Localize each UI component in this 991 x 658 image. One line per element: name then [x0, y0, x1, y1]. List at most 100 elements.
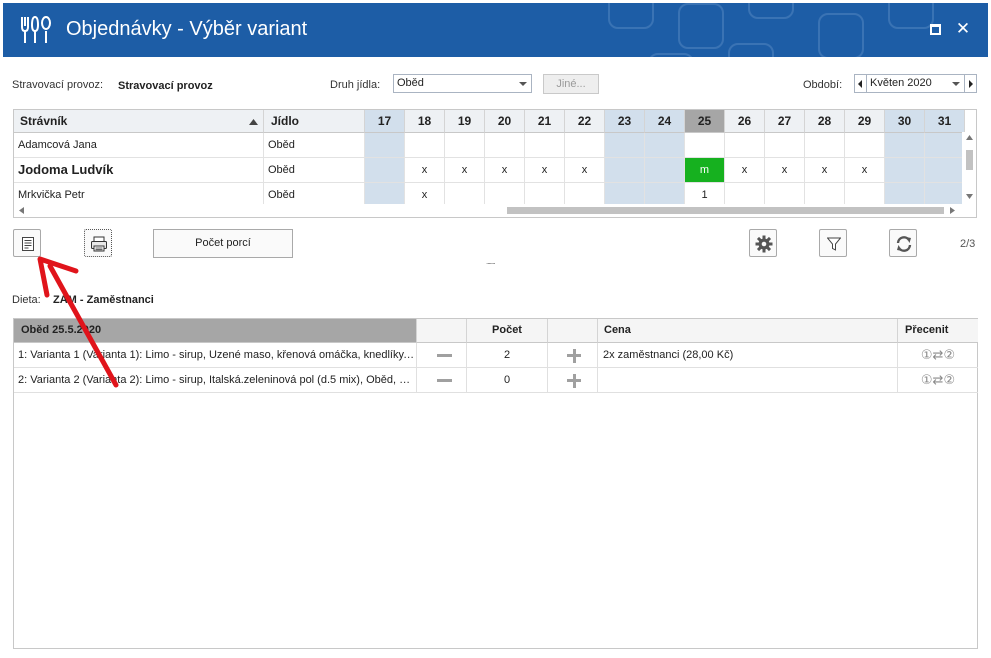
order-cell-29[interactable]: x	[845, 158, 885, 183]
date-header-24[interactable]: 24	[645, 110, 685, 133]
order-cell-30[interactable]	[885, 183, 925, 204]
date-header-28[interactable]: 28	[805, 110, 845, 133]
splitter-handle[interactable]: .......	[486, 257, 496, 266]
date-header-22[interactable]: 22	[565, 110, 605, 133]
date-header-27[interactable]: 27	[765, 110, 805, 133]
date-header-26[interactable]: 26	[725, 110, 765, 133]
order-cell-26[interactable]: x	[725, 158, 765, 183]
order-cell-21[interactable]	[525, 133, 565, 158]
maximize-icon[interactable]	[930, 24, 941, 35]
variant-header-blank-2	[548, 319, 598, 343]
reprice-icon[interactable]: ①⇄②	[898, 343, 978, 368]
date-header-18[interactable]: 18	[405, 110, 445, 133]
order-cell-23[interactable]	[605, 183, 645, 204]
order-cell-27[interactable]: x	[765, 158, 805, 183]
date-header-30[interactable]: 30	[885, 110, 925, 133]
variant-description: 1: Varianta 1 (Varianta 1): Limo - sirup…	[14, 343, 417, 368]
order-cell-24[interactable]	[645, 158, 685, 183]
order-cell-24[interactable]	[645, 183, 685, 204]
settings-button[interactable]	[749, 229, 777, 257]
next-month-button[interactable]	[964, 74, 977, 93]
minus-icon	[437, 379, 452, 382]
close-icon[interactable]: ✕	[953, 17, 973, 41]
order-cell-29[interactable]	[845, 133, 885, 158]
order-cell-26[interactable]	[725, 133, 765, 158]
reprice-icon[interactable]: ①⇄②	[898, 368, 978, 393]
order-cell-22[interactable]	[565, 183, 605, 204]
order-cell-17[interactable]	[365, 158, 405, 183]
vertical-scrollbar[interactable]	[962, 132, 976, 204]
order-cell-24[interactable]	[645, 133, 685, 158]
druh-label: Druh jídla:	[330, 79, 381, 91]
order-cell-20[interactable]	[485, 183, 525, 204]
order-cell-25[interactable]	[685, 133, 725, 158]
order-cell-28[interactable]: x	[805, 158, 845, 183]
druh-select[interactable]: Oběd	[393, 74, 532, 93]
vertical-scroll-thumb[interactable]	[966, 150, 973, 170]
order-cell-23[interactable]	[605, 158, 645, 183]
date-header-29[interactable]: 29	[845, 110, 885, 133]
filter-icon	[827, 237, 841, 251]
order-cell-28[interactable]	[805, 183, 845, 204]
order-cell-20[interactable]	[485, 133, 525, 158]
date-header-23[interactable]: 23	[605, 110, 645, 133]
order-cell-19[interactable]	[445, 133, 485, 158]
scroll-right-icon[interactable]	[950, 207, 955, 214]
order-cell-22[interactable]	[565, 133, 605, 158]
print-button[interactable]	[84, 229, 112, 257]
order-cell-25[interactable]: 1	[685, 183, 725, 204]
date-header-21[interactable]: 21	[525, 110, 565, 133]
order-cell-30[interactable]	[885, 158, 925, 183]
increase-count-button[interactable]	[548, 343, 598, 368]
date-header-17[interactable]: 17	[365, 110, 405, 133]
note-button[interactable]	[13, 229, 41, 257]
order-cell-31[interactable]	[925, 183, 965, 204]
order-cell-23[interactable]	[605, 133, 645, 158]
decrease-count-button[interactable]	[417, 368, 467, 393]
decrease-count-button[interactable]	[417, 343, 467, 368]
column-header-jidlo[interactable]: Jídlo	[264, 110, 365, 133]
horizontal-scrollbar[interactable]	[14, 204, 960, 217]
diner-name[interactable]: Adamcová Jana	[14, 133, 264, 158]
order-cell-17[interactable]	[365, 183, 405, 204]
order-cell-21[interactable]: x	[525, 158, 565, 183]
jine-button[interactable]: Jiné...	[543, 74, 599, 94]
horizontal-scroll-thumb[interactable]	[507, 207, 944, 214]
order-cell-18[interactable]	[405, 133, 445, 158]
portions-button[interactable]: Počet porcí	[153, 229, 293, 258]
order-cell-18[interactable]: x	[405, 183, 445, 204]
scroll-left-icon[interactable]	[19, 207, 24, 214]
order-cell-27[interactable]	[765, 133, 805, 158]
order-cell-18[interactable]: x	[405, 158, 445, 183]
variant-header-blank-1	[417, 319, 467, 343]
increase-count-button[interactable]	[548, 368, 598, 393]
scroll-down-icon[interactable]	[966, 194, 973, 199]
order-cell-31[interactable]	[925, 158, 965, 183]
order-cell-22[interactable]: x	[565, 158, 605, 183]
refresh-button[interactable]	[889, 229, 917, 257]
variant-count[interactable]: 2	[467, 343, 548, 368]
scroll-up-icon[interactable]	[966, 135, 973, 140]
date-header-20[interactable]: 20	[485, 110, 525, 133]
order-cell-28[interactable]	[805, 133, 845, 158]
order-cell-29[interactable]	[845, 183, 885, 204]
order-cell-26[interactable]	[725, 183, 765, 204]
order-cell-30[interactable]	[885, 133, 925, 158]
order-cell-17[interactable]	[365, 133, 405, 158]
order-cell-19[interactable]: x	[445, 158, 485, 183]
date-header-25[interactable]: 25	[685, 110, 725, 133]
obdobi-select[interactable]: Květen 2020	[866, 74, 965, 93]
order-cell-20[interactable]: x	[485, 158, 525, 183]
obdobi-label: Období:	[803, 79, 843, 91]
order-cell-31[interactable]	[925, 133, 965, 158]
date-header-31[interactable]: 31	[925, 110, 965, 133]
order-cell-21[interactable]	[525, 183, 565, 204]
column-header-stravnik[interactable]: Strávník	[14, 110, 264, 133]
order-cell-19[interactable]	[445, 183, 485, 204]
filter-button[interactable]	[819, 229, 847, 257]
order-cell-27[interactable]	[765, 183, 805, 204]
order-cell-25[interactable]: m	[685, 158, 725, 183]
variant-count[interactable]: 0	[467, 368, 548, 393]
diner-name[interactable]: Jodoma Ludvík	[14, 158, 264, 183]
date-header-19[interactable]: 19	[445, 110, 485, 133]
